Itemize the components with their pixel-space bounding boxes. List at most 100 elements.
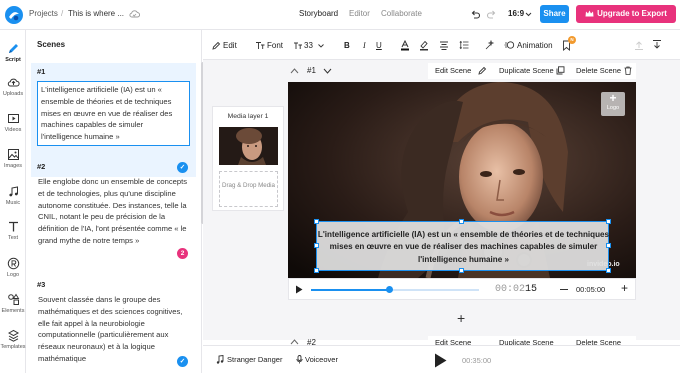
projects-link[interactable]: Projects [29, 9, 58, 18]
scene-script-input[interactable]: L'intelligence artificielle (IA) est un … [37, 81, 190, 146]
rail-script[interactable]: Script [0, 42, 26, 63]
scene-number: #1 [307, 66, 316, 75]
edit-scene-button[interactable]: Edit Scene [435, 66, 471, 75]
timeline-progress [311, 288, 390, 291]
crown-icon [585, 10, 594, 17]
rail-music[interactable]: Music [0, 185, 26, 206]
invideo-logo-icon[interactable] [4, 5, 24, 25]
minus-icon[interactable] [560, 289, 568, 291]
rail-label: Logo [6, 272, 20, 278]
italic-button[interactable]: I [363, 41, 366, 50]
move-down-icon[interactable] [652, 40, 662, 50]
scene-issue-badge[interactable]: 2 [177, 248, 188, 259]
scene-duration: 00:05:00 [576, 285, 606, 294]
resize-handle[interactable] [606, 219, 611, 224]
delete-scene-button[interactable]: Delete Scene [576, 66, 621, 75]
scene-script-text: L'intelligence artificielle (IA) est un … [41, 85, 173, 142]
audio-footer: Stranger Danger Voiceover 00:35:00 [203, 345, 680, 373]
highlight-icon[interactable] [419, 40, 429, 51]
media-layer-label: Media layer 1 [227, 113, 269, 120]
logo-icon [0, 257, 26, 270]
play-icon[interactable] [295, 285, 303, 294]
upgrade-to-export-button[interactable]: Upgrade to Export [576, 5, 676, 23]
project-title[interactable]: This is where ... [68, 9, 124, 18]
play-all-icon[interactable] [434, 353, 447, 368]
rail-label: Script [5, 57, 21, 63]
resize-handle[interactable] [314, 243, 319, 248]
media-layer-thumbnail[interactable] [219, 127, 278, 165]
video-icon [0, 112, 26, 125]
edit-button[interactable]: Edit [223, 41, 237, 50]
effects-icon[interactable] [485, 40, 496, 50]
rail-text[interactable]: Text [0, 220, 26, 241]
elements-icon [0, 293, 26, 306]
music-note-icon [216, 355, 224, 364]
scene-header: #1 Edit Scene Duplicate Scene Delete Sce… [288, 63, 636, 79]
text-toolbar: Edit Font 33 B I U Animation N [203, 30, 680, 60]
upload-icon [0, 76, 26, 89]
voiceover-button[interactable]: Voiceover [305, 355, 338, 364]
pencil-icon [478, 66, 487, 75]
rail-elements[interactable]: Elements [0, 293, 26, 314]
chevron-down-icon[interactable] [323, 68, 332, 74]
left-rail: Script Uploads Videos Images Music Text … [0, 30, 26, 373]
font-size-select[interactable]: 33 [304, 41, 313, 50]
rail-videos[interactable]: Videos [0, 112, 26, 133]
rail-label: Videos [4, 127, 22, 133]
scene-script-text: Elle englobe donc un ensemble de concept… [38, 177, 188, 245]
animation-button[interactable]: Animation [517, 41, 553, 50]
plus-icon[interactable]: + [621, 282, 628, 294]
share-button[interactable]: Share [540, 5, 569, 23]
scene-card-3[interactable]: #3 Souvent classée dans le groupe des ma… [31, 276, 196, 373]
underline-button[interactable]: U [376, 41, 382, 50]
total-duration: 00:35:00 [462, 356, 492, 365]
resize-handle[interactable] [606, 243, 611, 248]
timeline-scrubber[interactable] [386, 286, 394, 293]
rail-templates[interactable]: Templates [0, 329, 26, 350]
scene-card-2[interactable]: #2 Elle englobe donc un ensemble de conc… [31, 158, 196, 274]
undo-icon[interactable] [470, 9, 481, 20]
rail-images[interactable]: Images [0, 148, 26, 169]
redo-icon[interactable] [486, 9, 497, 20]
resize-handle[interactable] [314, 219, 319, 224]
templates-icon [0, 329, 26, 342]
text-color-icon[interactable] [400, 40, 410, 51]
add-logo-button[interactable]: + Logo [601, 92, 625, 116]
resize-handle[interactable] [459, 219, 464, 224]
aspect-ratio-select[interactable]: 16:9 [508, 9, 524, 18]
tab-collaborate[interactable]: Collaborate [381, 9, 422, 18]
resize-handle[interactable] [314, 268, 319, 273]
scene-check-icon: ✓ [177, 356, 188, 367]
chevron-down-icon[interactable] [318, 44, 324, 48]
move-up-icon[interactable] [634, 40, 644, 50]
bold-button[interactable]: B [344, 41, 350, 50]
logo-label: Logo [606, 105, 620, 111]
duplicate-scene-button[interactable]: Duplicate Scene [499, 66, 554, 75]
rail-label: Text [7, 235, 19, 241]
duplicate-icon [556, 66, 565, 75]
music-track-button[interactable]: Stranger Danger [227, 355, 282, 364]
resize-handle[interactable] [459, 268, 464, 273]
caption-text-box[interactable]: L'intelligence artificielle (IA) est un … [316, 221, 609, 271]
text-icon [0, 220, 26, 233]
rail-logo[interactable]: Logo [0, 257, 26, 278]
animation-icon [504, 40, 515, 50]
align-icon[interactable] [439, 40, 449, 50]
collapse-up-icon[interactable] [290, 68, 299, 74]
rail-label: Templates [0, 344, 26, 350]
timeline-track[interactable] [311, 288, 479, 291]
add-scene-plus-icon[interactable]: + [457, 311, 465, 325]
chevron-down-icon[interactable] [525, 12, 532, 17]
font-button[interactable]: Font [267, 41, 283, 50]
resize-handle[interactable] [606, 268, 611, 273]
scene-number: #2 [37, 162, 46, 171]
rail-label: Uploads [2, 91, 24, 97]
scene-number: #1 [37, 67, 46, 76]
current-time: 00:02 [495, 284, 526, 295]
line-spacing-icon[interactable] [459, 40, 469, 50]
upgrade-label: Upgrade to Export [597, 9, 667, 18]
rail-uploads[interactable]: Uploads [0, 76, 26, 97]
tab-storyboard[interactable]: Storyboard [299, 9, 338, 18]
tab-editor[interactable]: Editor [349, 9, 370, 18]
drag-drop-media-zone[interactable]: Drag & Drop Media [219, 171, 278, 207]
